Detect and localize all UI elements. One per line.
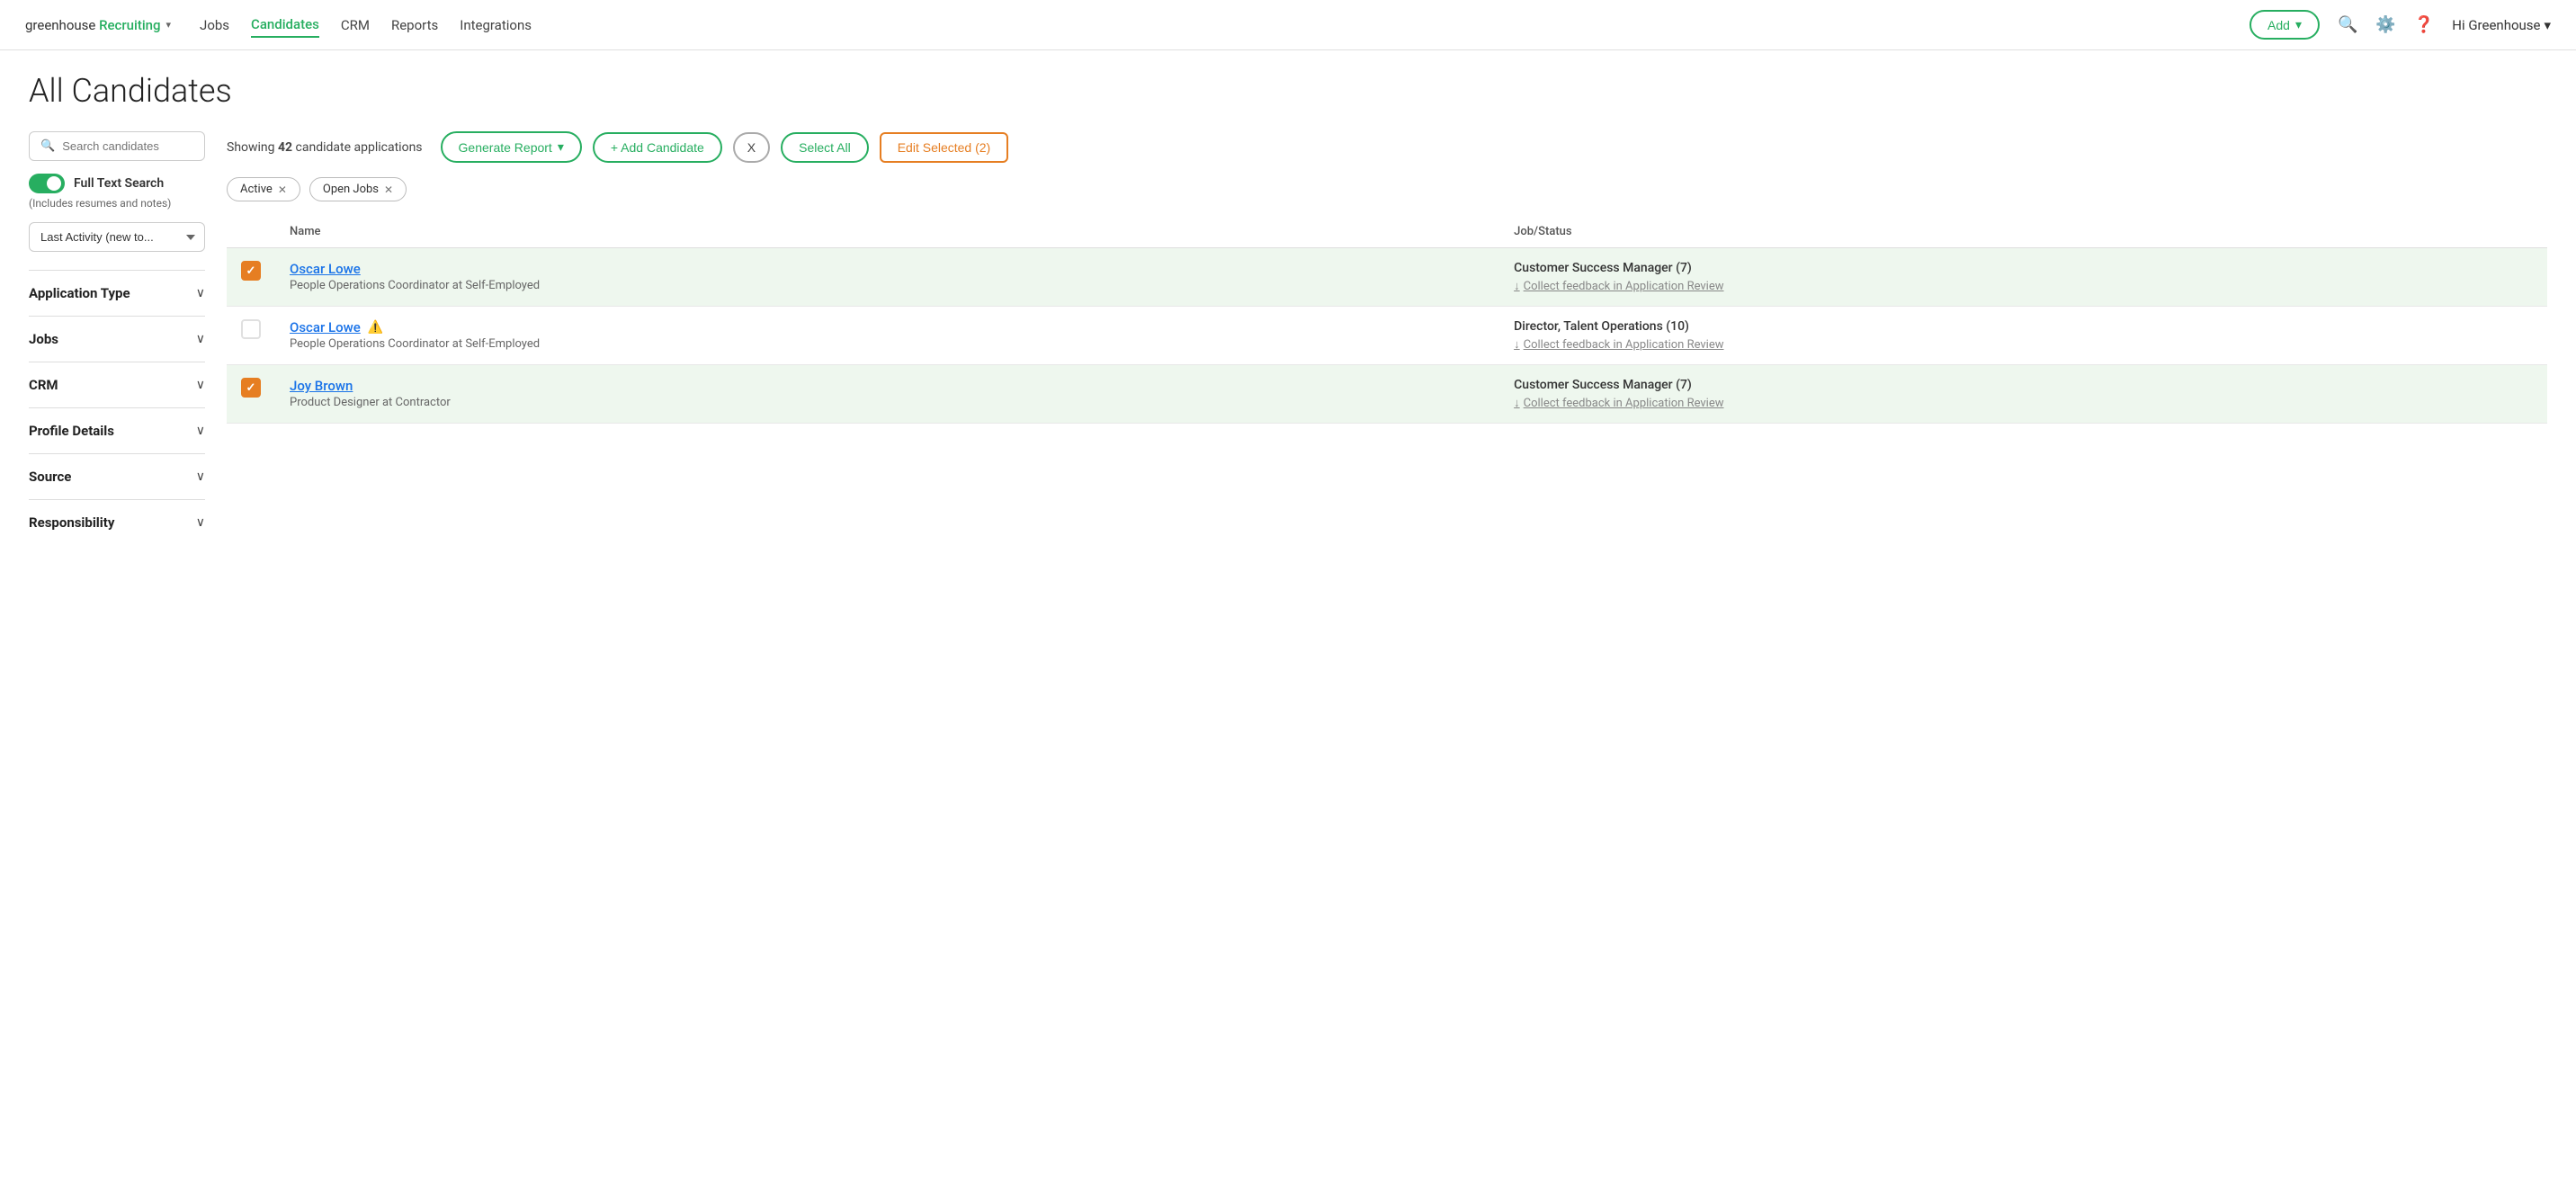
- row-2-candidate-sub: Product Designer at Contractor: [290, 396, 1485, 409]
- search-icon[interactable]: 🔍: [2338, 15, 2357, 34]
- nav-integrations[interactable]: Integrations: [460, 13, 532, 37]
- remove-active-filter-icon[interactable]: ✕: [278, 183, 287, 196]
- add-button[interactable]: Add ▾: [2250, 10, 2320, 40]
- row-0-feedback-link[interactable]: ↓ Collect feedback in Application Review: [1514, 279, 2533, 293]
- filter-tag-active[interactable]: Active ✕: [227, 177, 300, 201]
- full-text-toggle[interactable]: [29, 174, 65, 193]
- table-row: Oscar Lowe People Operations Coordinator…: [227, 248, 2547, 307]
- filter-jobs-chevron: ∨: [196, 332, 205, 346]
- filter-application-type-chevron: ∨: [196, 286, 205, 300]
- sidebar: 🔍 Full Text Search (Includes resumes and…: [29, 131, 227, 545]
- nav-crm[interactable]: CRM: [341, 13, 370, 37]
- candidates-table-body: Oscar Lowe People Operations Coordinator…: [227, 248, 2547, 424]
- filter-jobs-title: Jobs: [29, 331, 58, 347]
- active-filters: Active ✕ Open Jobs ✕: [227, 177, 2547, 201]
- add-candidate-button[interactable]: + Add Candidate: [593, 132, 722, 163]
- nav-links: Jobs Candidates CRM Reports Integrations: [200, 13, 532, 38]
- filter-crm-chevron: ∨: [196, 378, 205, 392]
- row-2-feedback-link[interactable]: ↓ Collect feedback in Application Review: [1514, 396, 2533, 410]
- filter-crm-title: CRM: [29, 377, 58, 393]
- filter-responsibility-chevron: ∨: [196, 515, 205, 530]
- nav-jobs[interactable]: Jobs: [200, 13, 229, 37]
- row-0-job-cell: Customer Success Manager (7) ↓ Collect f…: [1499, 248, 2547, 307]
- filter-tag-open-jobs[interactable]: Open Jobs ✕: [309, 177, 407, 201]
- clear-selection-button[interactable]: X: [733, 132, 770, 163]
- nav-right: Add ▾ 🔍 ⚙️ ❓ Hi Greenhouse ▾: [2250, 10, 2551, 40]
- main-layout: 🔍 Full Text Search (Includes resumes and…: [29, 131, 2547, 545]
- add-chevron-icon: ▾: [2295, 17, 2302, 32]
- generate-report-button[interactable]: Generate Report ▾: [441, 131, 582, 163]
- candidates-table: Name Job/Status Oscar Lowe: [227, 216, 2547, 424]
- row-1-job-cell: Director, Talent Operations (10) ↓ Colle…: [1499, 307, 2547, 365]
- help-icon[interactable]: ❓: [2414, 15, 2434, 34]
- generate-report-chevron-icon: ▾: [558, 139, 564, 155]
- settings-icon[interactable]: ⚙️: [2375, 15, 2395, 34]
- full-text-note: (Includes resumes and notes): [29, 197, 205, 210]
- row-0-checkbox[interactable]: [241, 261, 261, 281]
- filter-source: Source ∨: [29, 453, 205, 499]
- checkbox-column-header: [227, 216, 275, 248]
- row-1-checkbox[interactable]: [241, 319, 261, 339]
- row-1-candidate-sub: People Operations Coordinator at Self-Em…: [290, 337, 1485, 351]
- row-1-checkbox-cell: [227, 307, 275, 365]
- row-1-alert-icon: ⚠️: [368, 320, 383, 335]
- row-0-checkbox-cell: [227, 248, 275, 307]
- nav-candidates[interactable]: Candidates: [251, 13, 319, 38]
- filter-source-chevron: ∨: [196, 469, 205, 484]
- showing-text: Showing 42 candidate applications: [227, 140, 423, 155]
- table-row: Joy Brown Product Designer at Contractor…: [227, 365, 2547, 424]
- row-2-job-title: Customer Success Manager (7): [1514, 378, 2533, 392]
- toolbar: Showing 42 candidate applications Genera…: [227, 131, 2547, 163]
- row-0-candidate-name[interactable]: Oscar Lowe: [290, 261, 361, 277]
- filter-jobs: Jobs ∨: [29, 316, 205, 362]
- filter-crm: CRM ∨: [29, 362, 205, 407]
- job-status-column-header: Job/Status: [1499, 216, 2547, 248]
- remove-open-jobs-filter-icon[interactable]: ✕: [384, 183, 393, 196]
- row-1-name-cell: Oscar Lowe ⚠️ People Operations Coordina…: [275, 307, 1499, 365]
- sort-select[interactable]: Last Activity (new to...: [29, 222, 205, 252]
- brand-chevron-icon: ▾: [166, 19, 172, 31]
- row-2-job-cell: Customer Success Manager (7) ↓ Collect f…: [1499, 365, 2547, 424]
- filter-source-title: Source: [29, 469, 71, 485]
- row-1-feedback-link[interactable]: ↓ Collect feedback in Application Review: [1514, 337, 2533, 352]
- row-2-name-cell: Joy Brown Product Designer at Contractor: [275, 365, 1499, 424]
- page: All Candidates 🔍 Full Text Search (Inclu…: [0, 50, 2576, 567]
- page-title: All Candidates: [29, 72, 2547, 110]
- name-column-header: Name: [275, 216, 1499, 248]
- brand-logo[interactable]: greenhouse Recruiting ▾: [25, 17, 171, 33]
- content-area: Showing 42 candidate applications Genera…: [227, 131, 2547, 545]
- select-all-button[interactable]: Select All: [781, 132, 869, 163]
- row-0-name-cell: Oscar Lowe People Operations Coordinator…: [275, 248, 1499, 307]
- table-row: Oscar Lowe ⚠️ People Operations Coordina…: [227, 307, 2547, 365]
- filter-profile-details-chevron: ∨: [196, 424, 205, 438]
- filter-responsibility-title: Responsibility: [29, 514, 114, 531]
- row-0-candidate-sub: People Operations Coordinator at Self-Em…: [290, 279, 1485, 292]
- navbar: greenhouse Recruiting ▾ Jobs Candidates …: [0, 0, 2576, 50]
- filter-profile-details: Profile Details ∨: [29, 407, 205, 453]
- edit-selected-button[interactable]: Edit Selected (2): [880, 132, 1009, 163]
- row-2-candidate-name[interactable]: Joy Brown: [290, 378, 353, 394]
- user-chevron-icon: ▾: [2544, 17, 2551, 33]
- user-menu[interactable]: Hi Greenhouse ▾: [2452, 17, 2551, 33]
- filter-application-type: Application Type ∨: [29, 270, 205, 316]
- row-2-checkbox-cell: [227, 365, 275, 424]
- table-header: Name Job/Status: [227, 216, 2547, 248]
- row-1-job-title: Director, Talent Operations (10): [1514, 319, 2533, 334]
- full-text-row: Full Text Search: [29, 174, 205, 193]
- row-2-checkbox[interactable]: [241, 378, 261, 398]
- nav-reports[interactable]: Reports: [391, 13, 438, 37]
- filter-profile-details-title: Profile Details: [29, 423, 114, 439]
- search-box[interactable]: 🔍: [29, 131, 205, 161]
- row-0-job-title: Customer Success Manager (7): [1514, 261, 2533, 275]
- full-text-label: Full Text Search: [74, 176, 164, 191]
- row-1-candidate-name[interactable]: Oscar Lowe: [290, 319, 361, 335]
- filter-responsibility: Responsibility ∨: [29, 499, 205, 545]
- brand-text: greenhouse Recruiting: [25, 17, 161, 33]
- search-input-icon: 🔍: [40, 139, 55, 153]
- search-input[interactable]: [62, 139, 193, 153]
- filter-application-type-title: Application Type: [29, 285, 130, 301]
